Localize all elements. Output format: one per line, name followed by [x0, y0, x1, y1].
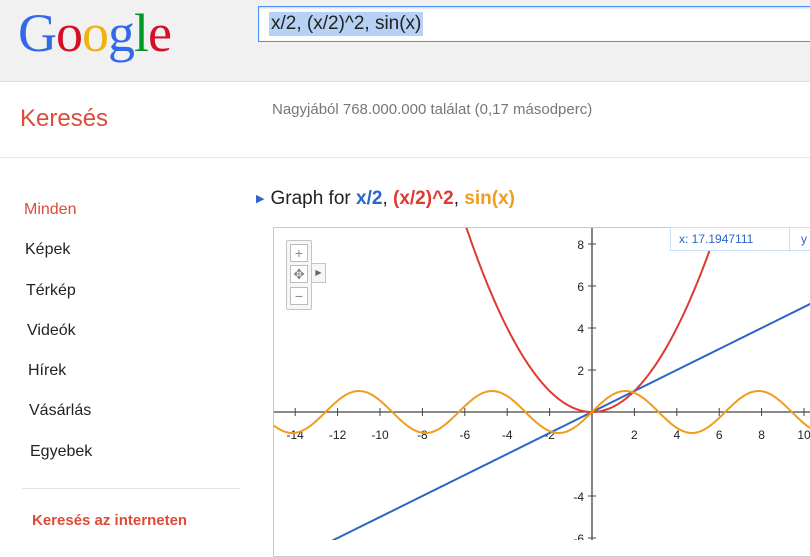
x-tick-label: 2 — [631, 428, 638, 442]
x-tick-label: -8 — [417, 428, 428, 442]
x-tick-label: -12 — [329, 428, 347, 442]
x-tick-label: 6 — [716, 428, 723, 442]
top-bar: Google x/2, (x/2)^2, sin(x) — [0, 0, 810, 82]
logo-letter: o — [56, 3, 83, 63]
y-tick-label: -6 — [573, 532, 584, 540]
search-query-text[interactable]: x/2, (x/2)^2, sin(x) — [269, 12, 424, 36]
nav-item-terkep[interactable]: Térkép — [26, 282, 76, 300]
coordinate-readout: x: 17.1947111 y — [670, 227, 810, 252]
nav-item-kepek[interactable]: Képek — [25, 241, 70, 259]
y-tick-label: 8 — [577, 238, 584, 252]
nav-divider — [22, 488, 240, 489]
nav-item-videok[interactable]: Videók — [27, 322, 76, 340]
nav-item-egyebek[interactable]: Egyebek — [30, 443, 92, 461]
graph-func-2[interactable]: (x/2)^2 — [393, 188, 454, 209]
coord-x-value: x: 17.1947111 — [679, 232, 754, 246]
zoom-in-button[interactable]: + — [290, 244, 308, 262]
logo-letter: g — [108, 3, 135, 63]
logo-letter: l — [134, 3, 149, 63]
series-line-1[interactable] — [274, 302, 810, 540]
y-tick-label: 6 — [577, 280, 584, 294]
nav-item-vasarlas[interactable]: Vásárlás — [29, 402, 91, 420]
graph-title: ▶ Graph for x/2, (x/2)^2, sin(x) — [256, 188, 515, 209]
google-logo[interactable]: Google — [18, 2, 172, 64]
search-page-title: Keresés — [20, 105, 109, 132]
nav-item-hirek[interactable]: Hírek — [28, 362, 66, 380]
logo-letter: G — [18, 3, 57, 63]
results-subbar: Keresés Nagyjából 768.000.000 találat (0… — [0, 83, 810, 158]
graph-func-3[interactable]: sin(x) — [464, 188, 515, 209]
left-nav: Minden Képek Térkép Videók Hírek Vásárlá… — [0, 180, 245, 540]
y-tick-label: 2 — [577, 364, 584, 378]
pan-right-arrow-icon[interactable]: ▶ — [312, 263, 326, 283]
graph-title-prefix: Graph for — [270, 188, 351, 209]
coord-divider — [789, 228, 790, 252]
x-tick-label: -4 — [502, 428, 513, 442]
x-tick-label: -10 — [371, 428, 389, 442]
search-input[interactable]: x/2, (x/2)^2, sin(x) — [258, 6, 810, 42]
zoom-out-button[interactable]: − — [290, 287, 308, 305]
y-tick-label: 4 — [577, 322, 584, 336]
coord-y-value: y — [801, 232, 807, 246]
x-tick-label: 10 — [797, 428, 810, 442]
logo-letter: e — [148, 3, 172, 63]
pan-button[interactable]: ✥ — [290, 265, 308, 283]
function-plot[interactable]: -14 -12 -10 -8 -6 -4 -2 2 4 6 8 108642-4-6 — [274, 228, 810, 540]
y-tick-label: -4 — [573, 490, 584, 504]
nav-section-title[interactable]: Keresés az interneten — [32, 512, 187, 529]
logo-letter: o — [82, 3, 109, 63]
expand-triangle-icon[interactable]: ▶ — [256, 193, 264, 205]
result-stats: Nagyjából 768.000.000 találat (0,17 máso… — [272, 101, 593, 118]
nav-item-minden[interactable]: Minden — [24, 201, 76, 219]
zoom-control: + ✥ − — [286, 240, 312, 310]
x-tick-label: -6 — [459, 428, 470, 442]
graph-func-1[interactable]: x/2 — [356, 188, 382, 209]
x-tick-label: 8 — [758, 428, 765, 442]
